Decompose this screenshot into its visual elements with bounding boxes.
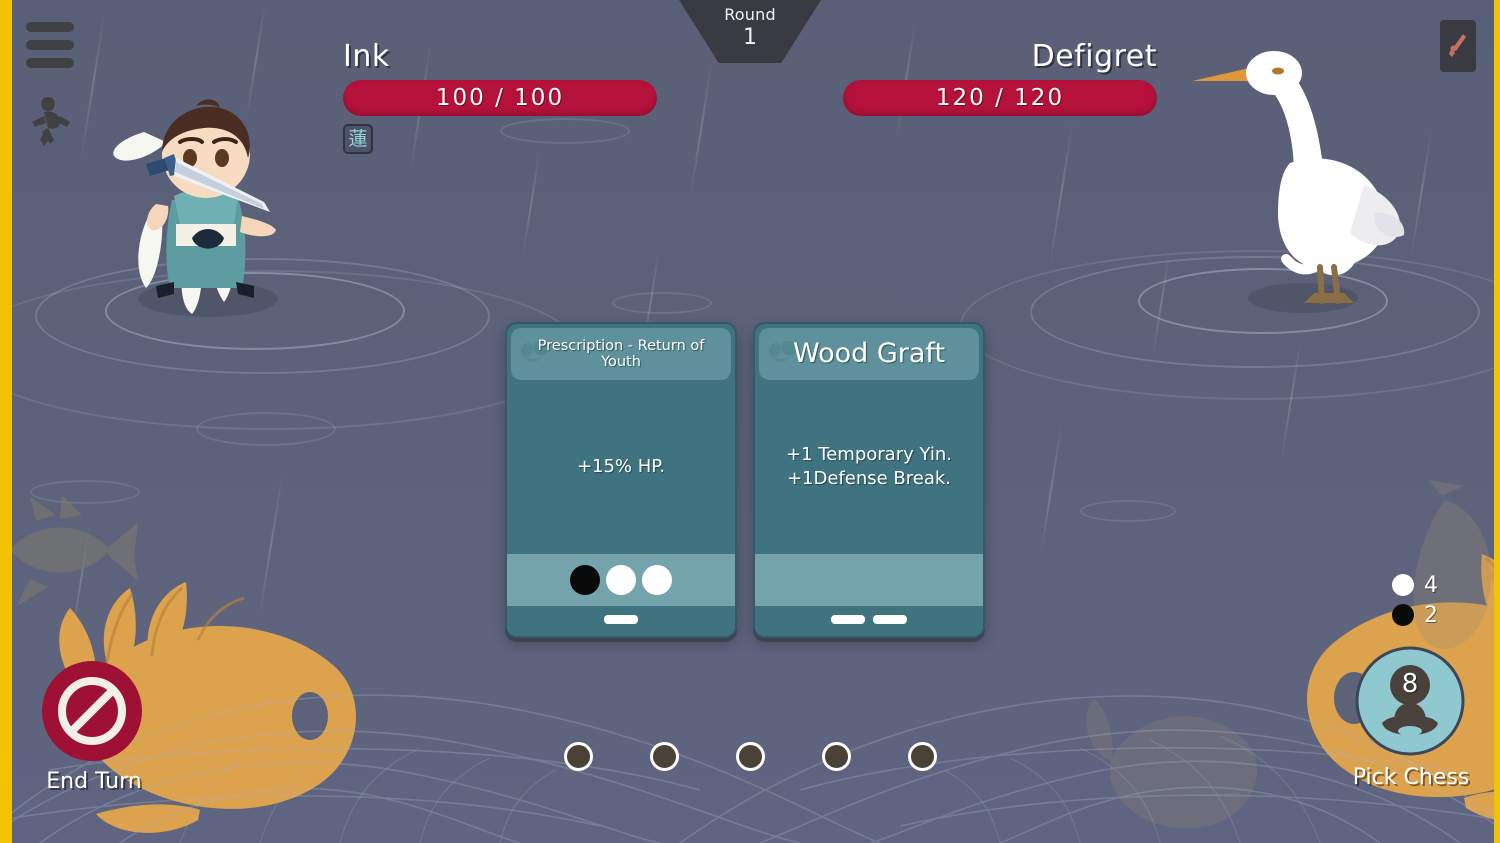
slot-dash <box>873 614 907 624</box>
card-title: Wood Graft <box>792 337 946 369</box>
player-buff-row: 蓮 <box>343 124 657 154</box>
white-stone-counter: 4 <box>1392 570 1438 600</box>
card-header: Wood Graft <box>759 328 979 380</box>
game-stage: Round 1 Ink 100 / 100 蓮 Defigret 120 / 1… <box>0 0 1500 843</box>
card-wood-graft[interactable]: Wood Graft +1 Temporary Yin. +1Defense B… <box>753 322 985 638</box>
enemy-hp-bar: 120 / 120 <box>843 80 1157 116</box>
enemy-sprite[interactable] <box>1178 45 1438 310</box>
hand-slot[interactable] <box>649 742 679 771</box>
ripple-ring <box>1080 500 1176 522</box>
card-slot-dashes <box>755 606 983 636</box>
koi-fish-left-small <box>0 495 140 625</box>
slot-dash <box>831 614 865 624</box>
pick-chess-value: 8 <box>1401 669 1419 699</box>
ripple-ring <box>30 480 140 504</box>
player-hp-bar: 100 / 100 <box>343 80 657 116</box>
end-turn-label: End Turn <box>46 769 142 794</box>
stone-counter-panel: 4 2 <box>1392 570 1438 630</box>
card-effect-text: +1 Temporary Yin. +1Defense Break. <box>786 443 952 492</box>
hand-slot[interactable] <box>907 742 937 771</box>
card-prescription-return-of-youth[interactable]: Prescription - Return of Youth +15% HP. <box>505 322 737 638</box>
card-cost-stones <box>507 554 735 606</box>
black-stone-counter: 2 <box>1392 600 1438 630</box>
no-entry-icon <box>33 659 151 763</box>
round-banner: Round 1 <box>679 0 821 63</box>
enemy-hp-text: 120 / 120 <box>935 85 1065 111</box>
card-effect-text: +15% HP. <box>576 455 666 477</box>
hand-slot-row <box>0 742 1500 771</box>
right-edge-accent-bar <box>1494 0 1500 843</box>
player-status-panel: Ink 100 / 100 蓮 <box>343 40 657 154</box>
left-edge-accent-bar <box>0 0 12 843</box>
card-title: Prescription - Return of Youth <box>537 337 705 370</box>
card-effect-line: +1Defense Break. <box>786 468 952 489</box>
meditating-figure-icon: 8 <box>1351 643 1469 759</box>
enemy-name: Defigret <box>1031 39 1157 74</box>
player-hp-text: 100 / 100 <box>435 85 565 111</box>
card-hand-row: Prescription - Return of Youth +15% HP. <box>505 322 985 638</box>
lotus-buff-icon[interactable]: 蓮 <box>343 124 373 154</box>
hamburger-menu-icon[interactable] <box>26 22 74 76</box>
hand-slot[interactable] <box>563 742 593 771</box>
ripple-ring <box>612 292 712 314</box>
hand-slot[interactable] <box>735 742 765 771</box>
black-stone-count: 2 <box>1424 602 1438 628</box>
hand-slot[interactable] <box>821 742 851 771</box>
card-effect-line: +1 Temporary Yin. <box>786 443 952 465</box>
cost-stone-white <box>606 565 636 595</box>
card-body: +1 Temporary Yin. +1Defense Break. <box>755 380 983 554</box>
white-stone-icon <box>1392 574 1414 596</box>
running-figure-icon[interactable] <box>26 96 72 152</box>
card-body: +15% HP. <box>507 380 735 554</box>
black-stone-icon <box>1392 604 1414 626</box>
pick-chess-button[interactable]: 8 Pick Chess <box>1351 643 1471 790</box>
white-stone-count: 4 <box>1424 572 1438 598</box>
card-slot-dashes <box>507 606 735 636</box>
slot-dash <box>604 614 638 624</box>
ripple-ring <box>196 412 336 446</box>
round-label: Round <box>724 5 776 24</box>
enemy-status-panel: Defigret 120 / 120 <box>843 40 1157 116</box>
card-cost-stones <box>755 554 983 606</box>
cost-stone-white <box>642 565 672 595</box>
player-name: Ink <box>343 39 390 74</box>
player-sprite[interactable] <box>96 96 316 316</box>
end-turn-button[interactable]: End Turn <box>33 659 155 794</box>
cost-stone-black <box>570 565 600 595</box>
sword-card-icon[interactable] <box>1440 20 1476 72</box>
round-value: 1 <box>743 25 757 50</box>
pick-chess-label: Pick Chess <box>1352 765 1470 790</box>
card-header: Prescription - Return of Youth <box>511 328 731 380</box>
